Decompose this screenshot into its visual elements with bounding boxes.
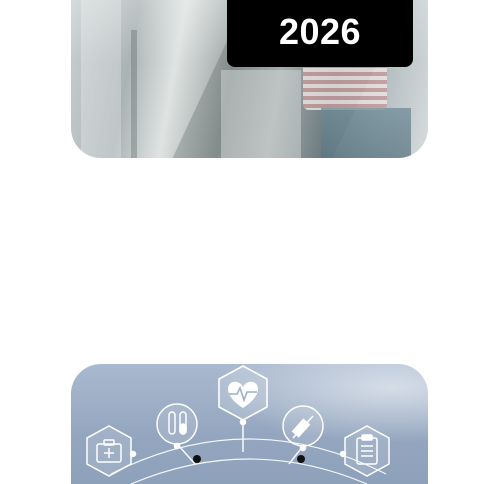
medical-network-illustration xyxy=(86,365,390,484)
window-frame xyxy=(131,30,137,158)
clipboard-icon xyxy=(339,425,390,477)
glass-reflection xyxy=(81,0,121,158)
featured-image-card[interactable]: 2026 xyxy=(71,0,428,158)
person-jeans xyxy=(321,108,411,158)
year-badge: 2026 xyxy=(227,0,413,67)
node-dot xyxy=(297,455,305,463)
node-dot xyxy=(193,455,201,463)
glass-panel xyxy=(221,70,301,158)
syringe-icon xyxy=(282,405,324,452)
medical-kit-icon xyxy=(86,425,137,477)
year-label: 2026 xyxy=(278,10,362,52)
heart-pulse-icon xyxy=(218,365,268,426)
healthcare-image-card[interactable] xyxy=(71,364,428,484)
test-tubes-icon xyxy=(156,403,198,450)
